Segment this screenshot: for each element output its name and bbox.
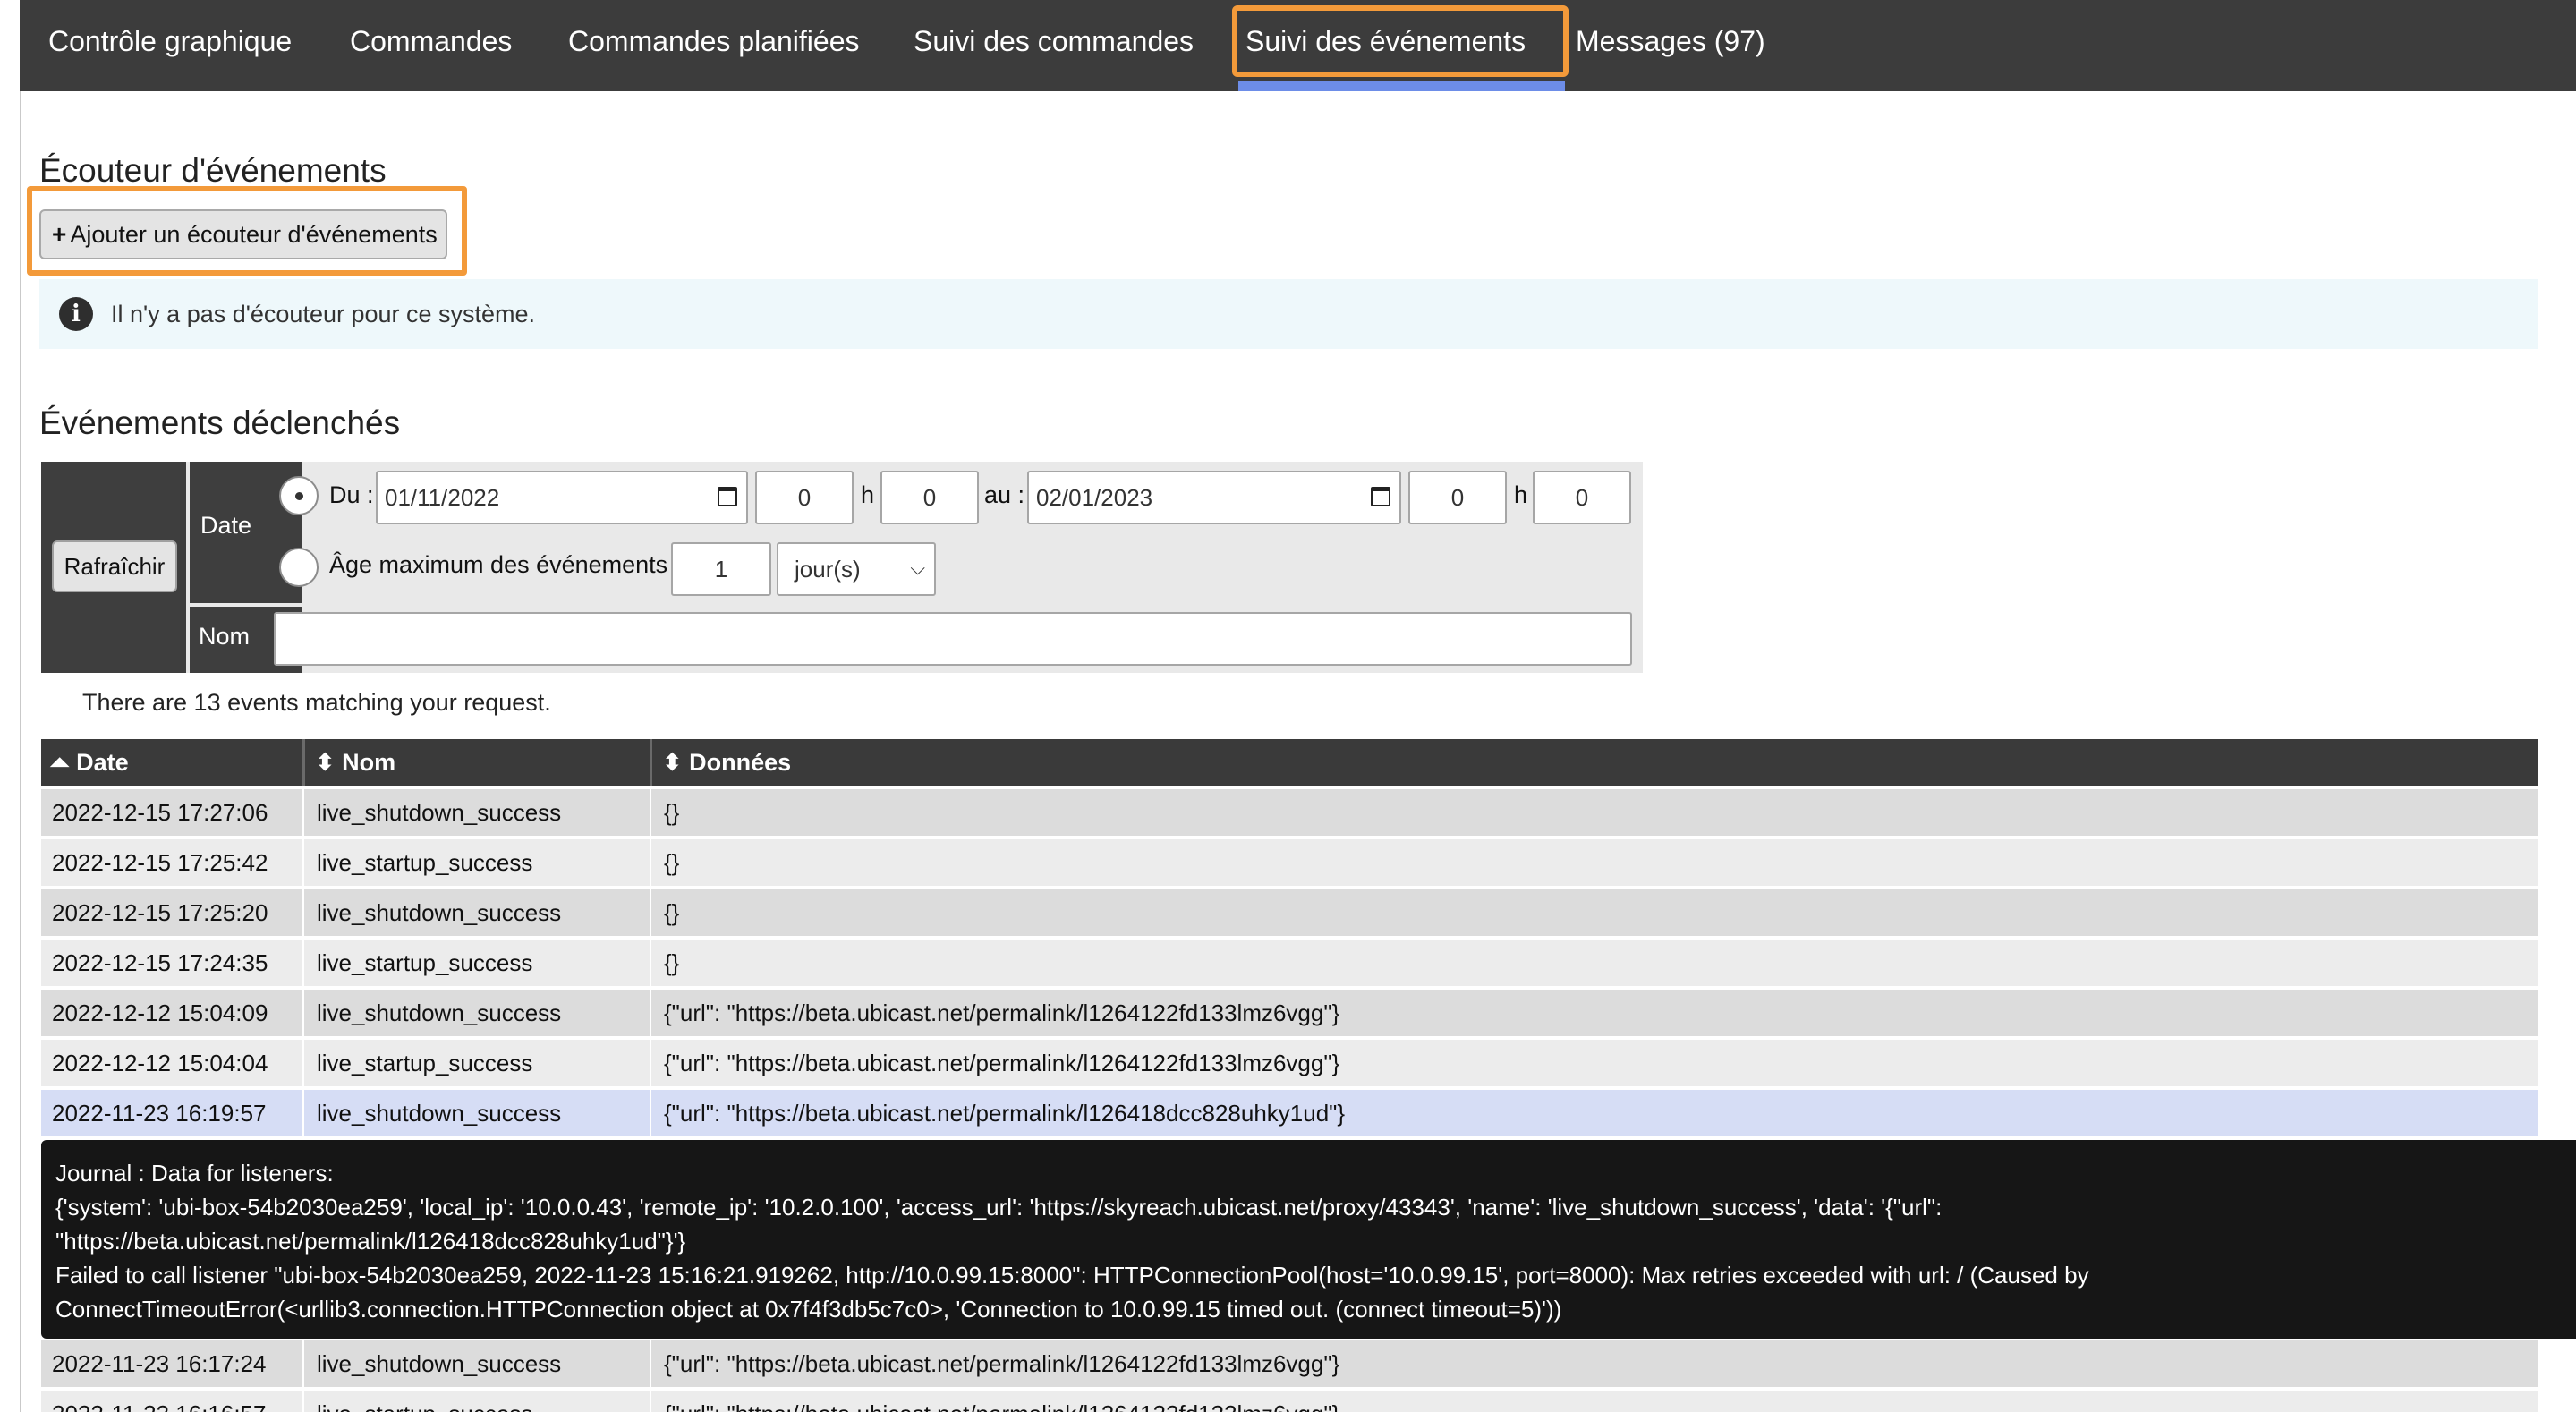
filter-label-divider xyxy=(190,603,302,607)
date-range-radio[interactable] xyxy=(279,476,319,515)
tooltip-line: "https://beta.ubicast.net/permalink/l126… xyxy=(55,1228,686,1255)
sort-icon: ⬍ xyxy=(662,749,683,776)
listeners-heading: Écouteur d'événements xyxy=(39,152,387,189)
row-data: {"url": "https://beta.ubicast.net/permal… xyxy=(664,1350,1340,1377)
max-age-input[interactable]: 1 xyxy=(671,542,771,596)
row-name: live_startup_success xyxy=(317,949,533,976)
tab-event-tracking[interactable]: Suivi des événements xyxy=(1245,0,1526,82)
row-date: 2022-12-12 15:04:09 xyxy=(52,999,268,1026)
info-text: Il n'y a pas d'écouteur pour ce système. xyxy=(111,301,536,327)
header-divider xyxy=(302,739,305,786)
name-label: Nom xyxy=(199,623,251,650)
column-name[interactable]: ⬍ Nom xyxy=(315,739,395,786)
tooltip-line: {'system': 'ubi-box-54b2030ea259', 'loca… xyxy=(55,1194,1943,1221)
table-header: ⏶ Date ⬍ Nom ⬍ Données xyxy=(41,739,2538,786)
max-age-unit-select[interactable]: jour(s) ⌵ xyxy=(777,542,936,596)
tooltip-line: Failed to call listener "ubi-box-54b2030… xyxy=(55,1262,2089,1289)
to-hour-input[interactable]: 0 xyxy=(1408,471,1507,524)
add-listener-button[interactable]: + Ajouter un écouteur d'événements xyxy=(39,209,447,259)
events-heading: Événements déclenchés xyxy=(39,404,401,441)
plus-icon: + xyxy=(52,220,67,248)
column-name-label: Nom xyxy=(342,749,396,776)
max-age-unit-value: jour(s) xyxy=(795,556,861,583)
date-label: Date xyxy=(200,512,252,539)
row-data: {"url": "https://beta.ubicast.net/permal… xyxy=(664,999,1340,1026)
chevron-down-icon: ⌵ xyxy=(910,557,925,579)
row-data: {} xyxy=(664,899,680,926)
row-date: 2022-11-23 16:16:57 xyxy=(52,1391,267,1412)
row-name: live_startup_success xyxy=(317,1050,533,1076)
row-name: live_startup_success xyxy=(317,849,533,876)
row-date: 2022-12-12 15:04:04 xyxy=(52,1050,268,1076)
tab-command-tracking[interactable]: Suivi des commandes xyxy=(914,0,1194,82)
row-data: {} xyxy=(664,949,680,976)
row-data: {"url": "https://beta.ubicast.net/permal… xyxy=(664,1050,1340,1076)
sort-icon: ⬍ xyxy=(315,749,336,776)
event-filter: Rafraîchir Date Nom Du : 01/11/2022 0 h … xyxy=(41,462,1643,673)
row-name: live_shutdown_success xyxy=(317,999,562,1026)
tab-scheduled-commands[interactable]: Commandes planifiées xyxy=(568,0,860,82)
table-row[interactable]: 2022-12-15 17:24:35 live_startup_success… xyxy=(41,940,2538,986)
from-label: Du : xyxy=(329,481,374,508)
row-date: 2022-12-15 17:27:06 xyxy=(52,799,268,826)
sort-asc-icon: ⏶ xyxy=(50,749,70,776)
table-row[interactable]: 2022-11-23 16:16:57 live_startup_success… xyxy=(41,1391,2538,1412)
row-date: 2022-12-15 17:24:35 xyxy=(52,949,268,976)
row-data: {} xyxy=(664,799,680,826)
table-row[interactable]: 2022-12-15 17:25:20 live_shutdown_succes… xyxy=(41,889,2538,936)
info-message: i Il n'y a pas d'écouteur pour ce systèm… xyxy=(39,279,2538,349)
table-row[interactable]: 2022-12-12 15:04:09 live_shutdown_succes… xyxy=(41,990,2538,1036)
column-data[interactable]: ⬍ Données xyxy=(662,739,791,786)
tab-messages[interactable]: Messages (97) xyxy=(1576,0,1765,82)
max-age-radio[interactable] xyxy=(279,548,319,587)
row-name: live_shutdown_success xyxy=(317,799,562,826)
from-date-input[interactable]: 01/11/2022 xyxy=(376,471,748,524)
tab-graphic-control[interactable]: Contrôle graphique xyxy=(48,0,292,82)
event-log-tooltip: Journal : Data for listeners: {'system':… xyxy=(41,1140,2576,1339)
row-date: 2022-11-23 16:19:57 xyxy=(52,1100,267,1127)
from-minute-input[interactable]: 0 xyxy=(880,471,979,524)
to-date-value: 02/01/2023 xyxy=(1036,484,1153,511)
from-date-value: 01/11/2022 xyxy=(385,484,500,511)
name-filter-input[interactable] xyxy=(274,612,1632,666)
from-h-label: h xyxy=(861,481,875,508)
column-date-label: Date xyxy=(76,749,129,776)
row-date: 2022-12-15 17:25:20 xyxy=(52,899,268,926)
row-name: live_shutdown_success xyxy=(317,899,562,926)
row-data: {"url": "https://beta.ubicast.net/permal… xyxy=(664,1100,1346,1127)
row-date: 2022-11-23 16:17:24 xyxy=(52,1350,267,1377)
row-name: live_shutdown_success xyxy=(317,1100,562,1127)
to-minute-input[interactable]: 0 xyxy=(1533,471,1631,524)
column-data-label: Données xyxy=(689,749,792,776)
table-row[interactable]: 2022-11-23 16:17:24 live_shutdown_succes… xyxy=(41,1340,2538,1387)
table-row[interactable]: 2022-12-15 17:27:06 live_shutdown_succes… xyxy=(41,789,2538,836)
header-divider xyxy=(650,739,652,786)
top-nav: Contrôle graphique Commandes Commandes p… xyxy=(20,0,2576,91)
from-hour-input[interactable]: 0 xyxy=(755,471,854,524)
table-row[interactable]: 2022-12-15 17:25:42 live_startup_success… xyxy=(41,839,2538,886)
tooltip-line: ConnectTimeoutError(<urllib3.connection.… xyxy=(55,1296,1562,1323)
max-age-label: Âge maximum des événements : xyxy=(329,551,682,578)
table-row[interactable]: 2022-12-12 15:04:04 live_startup_success… xyxy=(41,1040,2538,1086)
tab-commands[interactable]: Commandes xyxy=(350,0,512,82)
add-listener-label: Ajouter un écouteur d'événements xyxy=(70,221,438,248)
calendar-icon xyxy=(1371,487,1390,506)
row-date: 2022-12-15 17:25:42 xyxy=(52,849,268,876)
results-summary: There are 13 events matching your reques… xyxy=(82,689,551,716)
refresh-button[interactable]: Rafraîchir xyxy=(52,540,177,592)
calendar-icon xyxy=(718,487,737,506)
tooltip-line: Journal : Data for listeners: xyxy=(55,1160,334,1187)
row-data: {} xyxy=(664,849,680,876)
row-data: {"url": "https://beta.ubicast.net/permal… xyxy=(664,1391,1339,1412)
table-row-hovered[interactable]: 2022-11-23 16:19:57 live_shutdown_succes… xyxy=(41,1090,2538,1136)
to-label: au : xyxy=(984,481,1025,508)
row-name: live_startup_success xyxy=(317,1391,532,1412)
column-date[interactable]: ⏶ Date xyxy=(50,739,129,786)
to-date-input[interactable]: 02/01/2023 xyxy=(1027,471,1401,524)
to-h-label: h xyxy=(1514,481,1528,508)
info-icon: i xyxy=(59,297,93,331)
row-name: live_shutdown_success xyxy=(317,1350,562,1377)
